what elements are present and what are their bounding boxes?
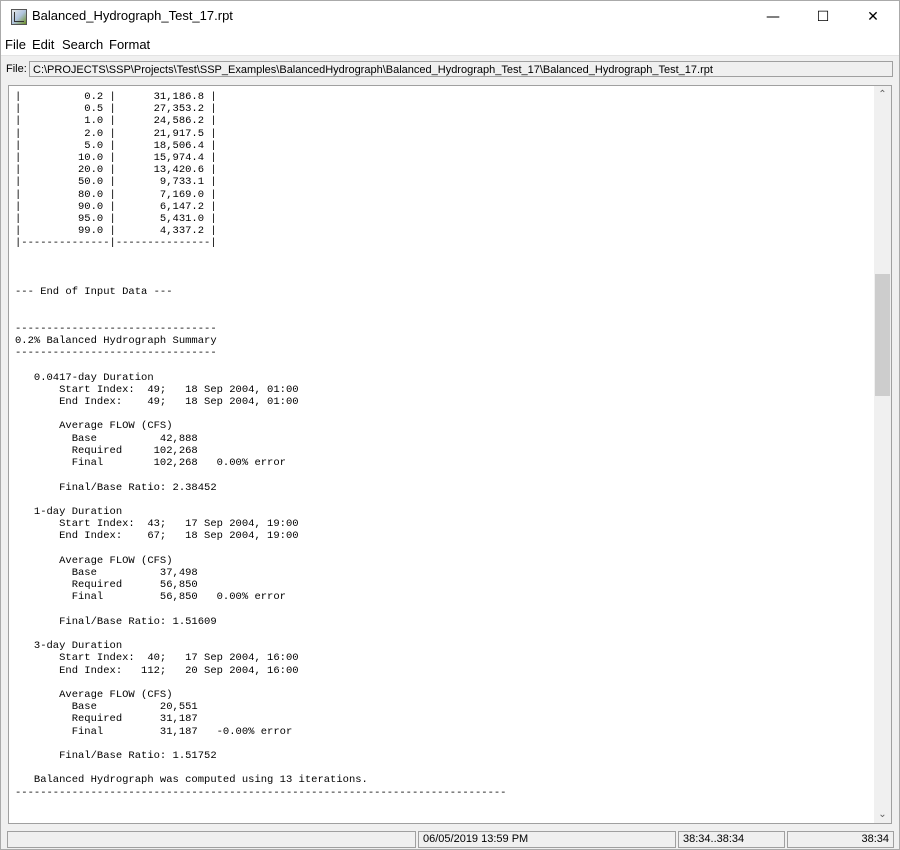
menu-search[interactable]: Search xyxy=(62,37,103,52)
status-cursor-position: 38:34 xyxy=(787,831,894,848)
menu-file[interactable]: File xyxy=(5,37,26,52)
status-timestamp: 06/05/2019 13:59 PM xyxy=(418,831,676,848)
status-bar: 06/05/2019 13:59 PM 38:34..38:34 38:34 xyxy=(1,829,899,849)
status-selection-range: 38:34..38:34 xyxy=(678,831,785,848)
file-path-bar: File: C:\PROJECTS\SSP\Projects\Test\SSP_… xyxy=(1,57,899,83)
vertical-scrollbar[interactable]: ⌃ ⌄ xyxy=(874,86,891,823)
report-text-area[interactable]: | 0.2 | 31,186.8 | | 0.5 | 27,353.2 | | … xyxy=(8,85,892,824)
menu-bar: File Edit Search Format xyxy=(1,33,899,56)
close-button[interactable]: ✕ xyxy=(850,1,896,33)
maximize-button[interactable]: ☐ xyxy=(800,1,846,33)
status-message xyxy=(7,831,416,848)
report-window: Balanced_Hydrograph_Test_17.rpt — ☐ ✕ Fi… xyxy=(0,0,900,850)
report-app-icon xyxy=(11,9,27,25)
scroll-thumb[interactable] xyxy=(875,274,890,396)
window-title: Balanced_Hydrograph_Test_17.rpt xyxy=(32,8,233,23)
menu-format[interactable]: Format xyxy=(109,37,150,52)
file-path-field[interactable]: C:\PROJECTS\SSP\Projects\Test\SSP_Exampl… xyxy=(29,61,893,77)
menu-edit[interactable]: Edit xyxy=(32,37,54,52)
report-content[interactable]: | 0.2 | 31,186.8 | | 0.5 | 27,353.2 | | … xyxy=(15,91,506,823)
file-label: File: xyxy=(6,63,27,75)
scroll-up-arrow-icon[interactable]: ⌃ xyxy=(874,86,891,103)
title-bar[interactable]: Balanced_Hydrograph_Test_17.rpt — ☐ ✕ xyxy=(1,1,899,33)
minimize-button[interactable]: — xyxy=(750,1,796,33)
scroll-down-arrow-icon[interactable]: ⌄ xyxy=(874,806,891,823)
